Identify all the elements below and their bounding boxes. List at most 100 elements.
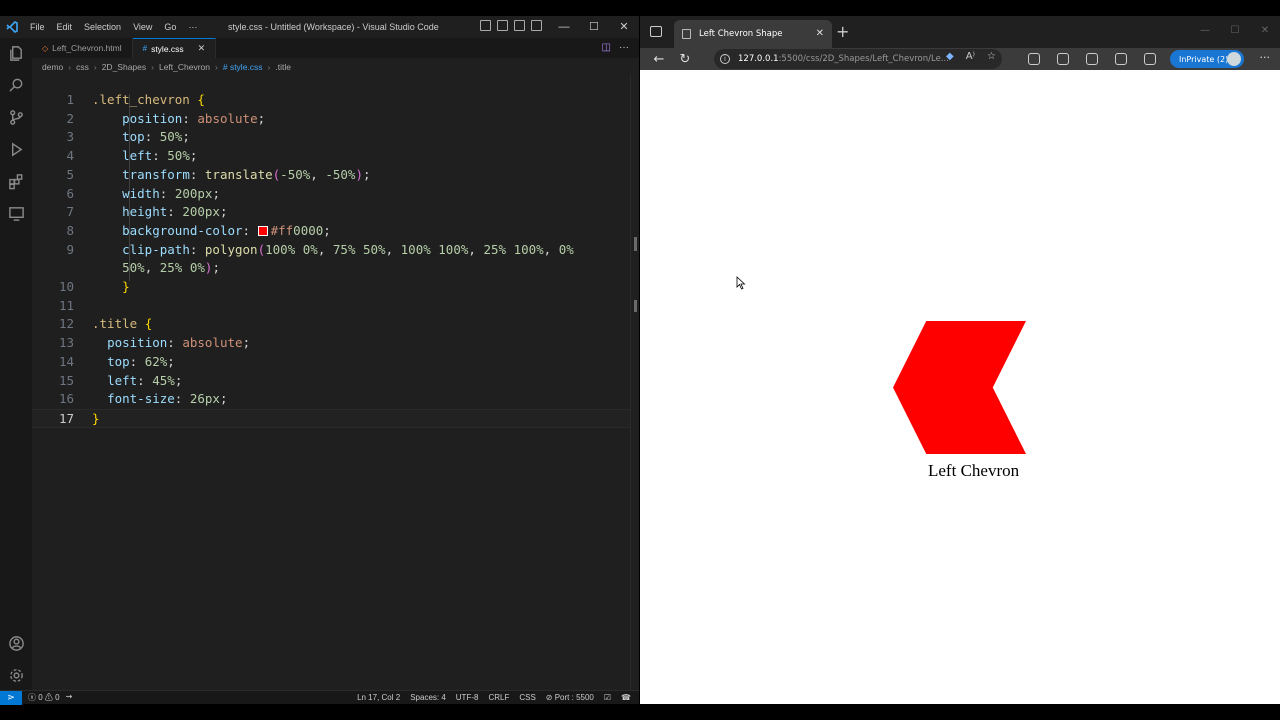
code-line[interactable]: 2 position: absolute; — [32, 110, 630, 129]
search-icon[interactable] — [7, 76, 25, 94]
line-number: 2 — [66, 110, 74, 126]
browser-menu-icon[interactable]: ··· — [1260, 51, 1271, 64]
favorite-star-icon[interactable]: ☆ — [987, 51, 996, 62]
notifications-bell-icon[interactable]: ☎ — [621, 691, 631, 705]
account-icon[interactable] — [7, 634, 25, 652]
close-window-button[interactable]: ✕ — [609, 16, 639, 38]
extensions-icon[interactable] — [7, 172, 25, 190]
refresh-icon[interactable]: ↻ — [672, 52, 698, 67]
cursor-position[interactable]: Ln 17, Col 2 — [357, 691, 400, 705]
toggle-secondary-sidebar-icon[interactable] — [514, 20, 525, 31]
code-line[interactable]: 8 background-color: #ff0000; — [32, 222, 630, 241]
line-number: 16 — [58, 391, 74, 407]
activity-bar — [0, 38, 32, 690]
code-line[interactable]: 10 } — [32, 278, 630, 297]
line-number: 15 — [58, 372, 74, 388]
code-editor[interactable]: 1 .left_chevron {2 position: absolute; 3 t… — [32, 75, 630, 690]
toggle-primary-sidebar-icon[interactable] — [480, 20, 491, 31]
customize-layout-icon[interactable] — [531, 20, 542, 31]
vscode-logo-icon — [0, 16, 24, 38]
menu-selection[interactable]: Selection — [78, 22, 127, 32]
split-screen-icon[interactable] — [1028, 53, 1040, 65]
close-icon[interactable]: ✕ — [198, 43, 206, 54]
menu-view[interactable]: View — [127, 22, 158, 32]
collections-icon[interactable] — [1086, 53, 1098, 65]
run-debug-icon[interactable] — [7, 140, 25, 158]
breadcrumb-item[interactable]: .title — [275, 62, 291, 72]
code-text: top: 50%; — [122, 129, 190, 145]
browser-close-button[interactable]: ✕ — [1250, 16, 1280, 46]
site-info-icon[interactable]: i — [720, 54, 730, 64]
breadcrumb-item[interactable]: css — [76, 62, 89, 72]
code-line[interactable]: 12 .title { — [32, 315, 630, 334]
line-ending[interactable]: CRLF — [488, 691, 509, 705]
code-text: } — [92, 410, 100, 426]
code-line[interactable]: 50%, 25% 0%); — [32, 259, 630, 278]
browser-tab[interactable]: Left Chevron Shape ✕ — [674, 20, 832, 48]
line-number: 9 — [66, 241, 74, 257]
breadcrumb-item[interactable]: demo — [42, 62, 63, 72]
line-number: 12 — [58, 316, 74, 332]
favorites-icon[interactable] — [1057, 53, 1069, 65]
maximize-button[interactable]: ☐ — [579, 16, 609, 38]
code-line[interactable]: 15 left: 45%; — [32, 372, 630, 391]
code-line[interactable]: 16 font-size: 26px; — [32, 390, 630, 409]
indentation[interactable]: Spaces: 4 — [410, 691, 446, 705]
browser-minimize-button[interactable]: — — [1190, 16, 1220, 46]
menu-more[interactable]: ··· — [182, 22, 203, 32]
more-actions-icon[interactable]: ··· — [619, 38, 629, 58]
read-aloud-icon[interactable]: A⁾ — [966, 51, 975, 62]
new-tab-icon[interactable]: + — [836, 22, 849, 41]
editor-scrollbar[interactable] — [630, 75, 639, 690]
minimize-button[interactable]: — — [549, 16, 579, 38]
code-line[interactable]: 11 — [32, 297, 630, 316]
encoding[interactable]: UTF-8 — [456, 691, 479, 705]
browser-essentials-icon[interactable] — [1115, 53, 1127, 65]
line-number: 5 — [66, 166, 74, 182]
close-tab-icon[interactable]: ✕ — [816, 28, 824, 39]
live-share-icon[interactable]: ⇝ — [66, 692, 73, 703]
line-number: 1 — [66, 92, 74, 107]
left-chevron-shape — [893, 321, 1026, 454]
explorer-icon[interactable] — [7, 44, 25, 62]
split-editor-icon[interactable]: ◫ — [602, 38, 611, 58]
code-line[interactable]: 1 .left_chevron { — [32, 91, 630, 110]
code-line[interactable]: 7 height: 200px; — [32, 203, 630, 222]
toggle-panel-icon[interactable] — [497, 20, 508, 31]
code-line[interactable]: 9 clip-path: polygon(100% 0%, 75% 50%, 1… — [32, 241, 630, 260]
code-text: transform: translate(-50%, -50%); — [122, 166, 371, 182]
live-server-port[interactable]: ⊘ Port : 5500 — [546, 691, 594, 705]
settings-gear-icon[interactable] — [7, 666, 25, 684]
breadcrumb-item[interactable]: # style.css — [223, 62, 263, 72]
menu-edit[interactable]: Edit — [51, 22, 79, 32]
source-control-icon[interactable] — [7, 108, 25, 126]
back-arrow-icon[interactable]: ← — [646, 52, 672, 67]
html-file-icon: ◇ — [42, 43, 49, 53]
code-line[interactable]: 13 position: absolute; — [32, 334, 630, 353]
browser-maximize-button[interactable]: ☐ — [1220, 16, 1250, 46]
code-line[interactable]: 6 width: 200px; — [32, 185, 630, 204]
page-favicon-icon — [682, 29, 691, 39]
code-line[interactable]: 5 transform: translate(-50%, -50%); — [32, 166, 630, 185]
breadcrumb-item[interactable]: 2D_Shapes — [102, 62, 146, 72]
inprivate-badge[interactable]: InPrivate (2) — [1170, 50, 1244, 68]
language-mode[interactable]: CSS — [519, 691, 535, 705]
tab-left-chevron-html[interactable]: ◇ Left_Chevron.html — [32, 38, 133, 58]
menu-file[interactable]: File — [24, 22, 51, 32]
menu-go[interactable]: Go — [158, 22, 182, 32]
code-line[interactable]: 3 top: 50%; — [32, 128, 630, 147]
code-line[interactable]: 4 left: 50%; — [32, 147, 630, 166]
remote-explorer-icon[interactable] — [7, 204, 25, 222]
code-line[interactable]: 14 top: 62%; — [32, 353, 630, 372]
share-icon[interactable] — [1144, 53, 1156, 65]
tag-icon[interactable]: ◆ — [946, 51, 954, 62]
line-number: 8 — [66, 222, 74, 238]
breadcrumb-item[interactable]: Left_Chevron — [159, 62, 210, 72]
remote-indicator-icon[interactable]: ⋗ — [0, 690, 22, 705]
color-swatch[interactable] — [257, 226, 268, 237]
code-line[interactable]: 17} — [32, 408, 630, 428]
tab-style-css[interactable]: # style.css ✕ — [132, 38, 217, 58]
problems-count[interactable]: ⓧ 0 ⚠ 0 — [28, 692, 60, 703]
tab-actions-icon[interactable] — [650, 26, 662, 37]
feedback-icon[interactable]: ☑ — [604, 691, 611, 705]
